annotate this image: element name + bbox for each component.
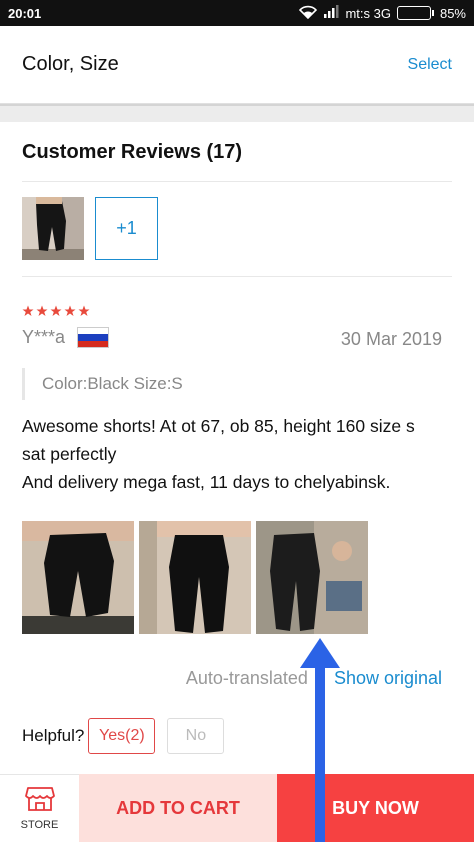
star-icon	[50, 305, 62, 316]
flag-russia-icon	[77, 327, 110, 348]
helpful-row: Helpful? Yes(2) No	[22, 718, 225, 754]
reviewer-name: Y***a	[22, 327, 66, 347]
annotation-arrow-icon	[300, 638, 340, 842]
divider	[22, 181, 452, 182]
review-text-line: sat perfectly	[22, 444, 117, 464]
reviewer-info: Y***a	[22, 327, 110, 348]
review-attributes: Color:Black Size:S	[22, 368, 183, 400]
select-variant-link[interactable]: Select	[408, 56, 452, 74]
section-separator	[0, 104, 474, 122]
store-icon	[24, 786, 55, 815]
carrier-label: mt:s 3G	[345, 5, 391, 21]
show-original-link[interactable]: Show original	[334, 668, 442, 689]
variant-selector-row[interactable]: Color, Size Select	[0, 26, 474, 104]
wifi-icon	[299, 5, 318, 22]
reviews-title[interactable]: Customer Reviews (17)	[22, 141, 242, 164]
star-icon	[36, 305, 48, 316]
add-to-cart-button[interactable]: ADD TO CART	[79, 774, 277, 842]
star-rating	[22, 305, 90, 317]
status-bar: 20:01 mt:s 3G 85%	[0, 0, 474, 26]
star-icon	[22, 305, 34, 316]
bottom-action-bar: STORE ADD TO CART BUY NOW	[0, 774, 474, 842]
more-photos-button[interactable]: +1	[95, 197, 158, 260]
store-label: STORE	[20, 819, 59, 831]
review-photo-1[interactable]	[22, 521, 134, 634]
status-time: 20:01	[8, 5, 42, 21]
star-icon	[64, 305, 76, 316]
signal-icon	[323, 5, 339, 21]
review-photo-3[interactable]	[256, 521, 368, 634]
variant-label: Color, Size	[22, 53, 119, 75]
review-text-line: Awesome shorts! At ot 67, ob 85, height …	[22, 416, 415, 436]
divider	[22, 276, 452, 277]
review-date: 30 Mar 2019	[340, 329, 442, 349]
store-button[interactable]: STORE	[0, 774, 79, 842]
star-icon	[78, 305, 90, 316]
review-text: Awesome shorts! At ot 67, ob 85, height …	[22, 412, 452, 496]
helpful-no-button[interactable]: No	[167, 718, 225, 754]
review-photo-2[interactable]	[139, 521, 251, 634]
battery-percent: 85%	[439, 5, 466, 21]
helpful-yes-button[interactable]: Yes(2)	[88, 718, 156, 754]
review-photo-thumbnail[interactable]	[22, 197, 84, 260]
auto-translated-label: Auto-translated	[185, 668, 308, 688]
review-text-line: And delivery mega fast, 11 days to chely…	[22, 472, 391, 492]
helpful-label: Helpful?	[22, 726, 85, 745]
battery-icon	[396, 6, 434, 20]
